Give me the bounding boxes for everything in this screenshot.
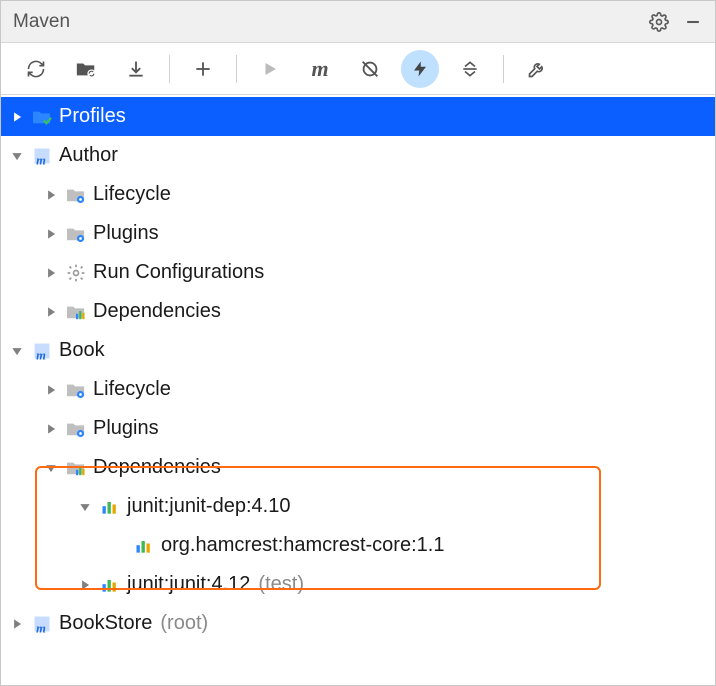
tree-node-dep-hamcrest[interactable]: org.hamcrest:hamcrest-core:1.1 — [1, 526, 715, 565]
chevron-right-icon[interactable] — [41, 419, 61, 439]
tree-node-dep-junit[interactable]: junit:junit:4.12 (test) — [1, 565, 715, 604]
maven-m-icon[interactable]: m — [301, 50, 339, 88]
collapse-all-icon[interactable] — [451, 50, 489, 88]
tree-node-profiles[interactable]: Profiles — [1, 97, 715, 136]
dependency-bars-icon — [99, 576, 121, 594]
chevron-right-icon[interactable] — [7, 107, 27, 127]
minimize-icon[interactable] — [683, 12, 703, 32]
tree-node-dep-junit-dep[interactable]: junit:junit-dep:4.10 — [1, 487, 715, 526]
chevron-down-icon[interactable] — [75, 497, 95, 517]
folder-gear-icon — [65, 186, 87, 204]
node-label: Lifecycle — [93, 378, 171, 401]
folder-refresh-icon[interactable] — [67, 50, 105, 88]
svg-text:m: m — [36, 621, 46, 634]
chevron-right-icon[interactable] — [41, 380, 61, 400]
tree-node-book-lifecycle[interactable]: Lifecycle — [1, 370, 715, 409]
node-label: Profiles — [59, 105, 126, 128]
tree-node-author-plugins[interactable]: Plugins — [1, 214, 715, 253]
node-label: org.hamcrest:hamcrest-core:1.1 — [161, 534, 444, 557]
folder-bars-icon — [65, 303, 87, 321]
toolbar-separator — [169, 55, 170, 83]
node-label: Plugins — [93, 417, 159, 440]
tree-node-author-deps[interactable]: Dependencies — [1, 292, 715, 331]
node-label: Dependencies — [93, 300, 221, 323]
toolbar-separator — [503, 55, 504, 83]
node-label: Book — [59, 339, 105, 362]
node-label: BookStore — [59, 612, 152, 635]
tree-node-author-runconfig[interactable]: Run Configurations — [1, 253, 715, 292]
chevron-right-icon[interactable] — [75, 575, 95, 595]
node-label: junit:junit:4.12 — [127, 573, 250, 596]
wrench-icon[interactable] — [518, 50, 556, 88]
folder-gear-icon — [65, 420, 87, 438]
panel-title: Maven — [13, 11, 649, 33]
tree-node-author-lifecycle[interactable]: Lifecycle — [1, 175, 715, 214]
tree-node-book-deps[interactable]: Dependencies — [1, 448, 715, 487]
skip-tests-icon[interactable] — [351, 50, 389, 88]
tree-node-book-plugins[interactable]: Plugins — [1, 409, 715, 448]
panel-header: Maven — [1, 1, 715, 43]
chevron-right-icon[interactable] — [41, 263, 61, 283]
node-label: junit:junit-dep:4.10 — [127, 495, 290, 518]
maven-module-icon: m — [31, 614, 53, 634]
dependency-bars-icon — [99, 498, 121, 516]
tree-container: Profiles m Author — [1, 95, 715, 643]
node-label: Author — [59, 144, 118, 167]
folder-bars-icon — [65, 459, 87, 477]
maven-tool-window: Maven m — [0, 0, 716, 686]
run-icon[interactable] — [251, 50, 289, 88]
dependency-bars-icon — [133, 537, 155, 555]
tree-node-book[interactable]: m Book — [1, 331, 715, 370]
scope-label: (test) — [258, 573, 304, 596]
chevron-right-icon[interactable] — [41, 302, 61, 322]
chevron-down-icon[interactable] — [41, 458, 61, 478]
reload-icon[interactable] — [17, 50, 55, 88]
header-actions — [649, 12, 703, 32]
plus-icon[interactable] — [184, 50, 222, 88]
chevron-none — [109, 536, 129, 556]
chevron-right-icon[interactable] — [41, 224, 61, 244]
gear-icon — [65, 263, 87, 283]
folder-gear-icon — [65, 381, 87, 399]
chevron-right-icon[interactable] — [41, 185, 61, 205]
node-label: Dependencies — [93, 456, 221, 479]
chevron-down-icon[interactable] — [7, 146, 27, 166]
tree-node-author[interactable]: m Author — [1, 136, 715, 175]
maven-module-icon: m — [31, 146, 53, 166]
chevron-right-icon[interactable] — [7, 614, 27, 634]
chevron-down-icon[interactable] — [7, 341, 27, 361]
toolbar: m — [1, 43, 715, 95]
folder-gear-icon — [65, 225, 87, 243]
root-label: (root) — [160, 612, 208, 635]
node-label: Run Configurations — [93, 261, 264, 284]
node-label: Plugins — [93, 222, 159, 245]
svg-text:m: m — [36, 348, 46, 361]
maven-module-icon: m — [31, 341, 53, 361]
tree-node-bookstore[interactable]: m BookStore (root) — [1, 604, 715, 643]
gear-icon[interactable] — [649, 12, 669, 32]
svg-text:m: m — [36, 153, 46, 166]
node-label: Lifecycle — [93, 183, 171, 206]
download-icon[interactable] — [117, 50, 155, 88]
offline-mode-icon[interactable] — [401, 50, 439, 88]
folder-checked-icon — [31, 108, 53, 126]
maven-tree[interactable]: Profiles m Author — [1, 95, 715, 643]
toolbar-separator — [236, 55, 237, 83]
